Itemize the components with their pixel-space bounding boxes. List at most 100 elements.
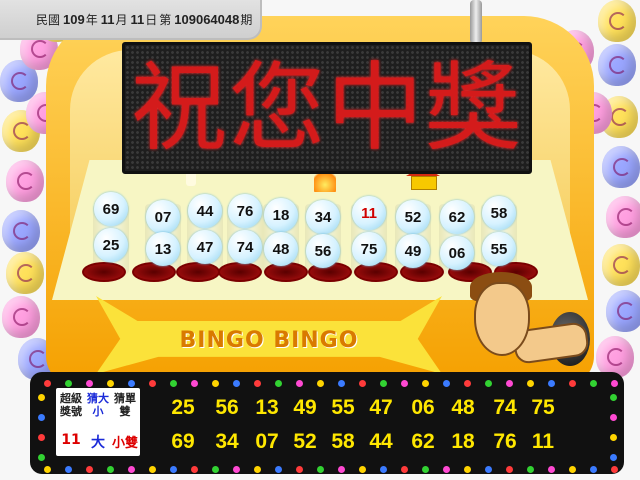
led-light — [107, 466, 114, 473]
led-light — [610, 454, 617, 461]
led-light — [38, 434, 45, 441]
led-light — [338, 380, 345, 387]
led-light — [611, 380, 618, 387]
draw-info-bar: 民國 109 年 11 月 11 日 第 109064048 期 — [0, 0, 262, 40]
era-label: 民國 — [36, 12, 61, 27]
cartoon-man-pulling-lever — [468, 268, 608, 388]
ball-top: 44 — [188, 194, 222, 228]
man-head — [474, 282, 530, 356]
led-light — [128, 466, 135, 473]
led-light — [170, 380, 177, 387]
led-light — [443, 380, 450, 387]
result-number: 69 — [171, 430, 195, 453]
ball-bottom: 47 — [188, 230, 222, 264]
led-light — [464, 380, 471, 387]
led-light — [296, 380, 303, 387]
led-light — [422, 380, 429, 387]
led-light — [506, 380, 513, 387]
led-light — [212, 466, 219, 473]
led-light — [65, 380, 72, 387]
result-number: 49 — [293, 396, 317, 419]
day-unit: 日 — [145, 12, 158, 27]
led-light — [506, 466, 513, 473]
result-number: 18 — [451, 430, 475, 453]
result-number: 76 — [493, 430, 517, 453]
odd-even-label: 猜單雙 — [114, 392, 136, 418]
led-light — [569, 466, 576, 473]
led-light — [485, 466, 492, 473]
led-light — [610, 394, 617, 401]
day-value: 11 — [130, 11, 145, 27]
result-number: 62 — [411, 430, 435, 453]
year-value: 109 — [63, 11, 85, 27]
ball-bottom: 74 — [228, 230, 262, 264]
light-bulb-icon — [6, 160, 44, 202]
ball-top: 34 — [306, 200, 340, 234]
led-light — [359, 466, 366, 473]
big-small-label: 猜大小 — [87, 392, 109, 418]
ball-hole — [354, 262, 398, 282]
ball-top: 62 — [440, 200, 474, 234]
led-light — [128, 380, 135, 387]
led-light — [107, 380, 114, 387]
led-light — [338, 466, 345, 473]
ball-top: 18 — [264, 198, 298, 232]
ball-bottom: 75 — [352, 232, 386, 266]
light-bulb-icon — [606, 196, 640, 238]
ball-bottom: 48 — [264, 232, 298, 266]
result-number: 75 — [531, 396, 555, 419]
result-number: 13 — [255, 396, 279, 419]
led-light — [527, 380, 534, 387]
led-message: 祝您中獎 — [131, 52, 523, 164]
bingo-banner: BINGO BINGO — [96, 296, 442, 374]
ball-top: 69 — [94, 192, 128, 226]
result-number: 58 — [331, 430, 355, 453]
light-bulb-icon — [606, 290, 640, 332]
led-light — [569, 380, 576, 387]
result-number: 25 — [171, 396, 195, 419]
ball-bottom: 49 — [396, 234, 430, 268]
super-number-value: 11 — [61, 432, 81, 448]
result-number: 52 — [293, 430, 317, 453]
led-light — [191, 466, 198, 473]
led-light — [380, 466, 387, 473]
result-number: 74 — [493, 396, 517, 419]
result-number: 44 — [369, 430, 393, 453]
led-light — [86, 380, 93, 387]
banner-text: BINGO BINGO — [179, 328, 359, 353]
odd-even-value: 小雙 — [111, 436, 138, 451]
result-number: 11 — [531, 430, 555, 453]
year-unit: 年 — [85, 12, 98, 27]
led-light — [170, 466, 177, 473]
light-bulb-icon — [602, 146, 640, 188]
result-number: 06 — [411, 396, 435, 419]
led-light — [610, 434, 617, 441]
led-light — [464, 466, 471, 473]
ball-bottom: 56 — [306, 234, 340, 268]
result-number: 56 — [215, 396, 239, 419]
result-number: 07 — [255, 430, 279, 453]
led-light — [317, 380, 324, 387]
ball-hole — [176, 262, 220, 282]
led-light — [212, 380, 219, 387]
led-light — [548, 380, 555, 387]
led-light — [149, 466, 156, 473]
led-light — [548, 466, 555, 473]
super-number-label: 超級獎號 — [60, 392, 82, 418]
led-light — [422, 466, 429, 473]
ball-hole — [132, 262, 176, 282]
led-light — [590, 466, 597, 473]
led-light — [611, 466, 618, 473]
led-light — [401, 466, 408, 473]
result-number: 47 — [369, 396, 393, 419]
bingo-game-screen: 民國 109 年 11 月 11 日 第 109064048 期 祝您中獎 69… — [0, 0, 640, 480]
led-light — [38, 394, 45, 401]
light-bulb-icon — [2, 210, 40, 252]
led-light — [44, 466, 51, 473]
ball-hole — [218, 262, 262, 282]
led-light — [485, 380, 492, 387]
result-number: 34 — [215, 430, 239, 453]
led-light — [65, 466, 72, 473]
light-bulb-icon — [598, 44, 636, 86]
light-bulb-icon — [598, 0, 636, 42]
